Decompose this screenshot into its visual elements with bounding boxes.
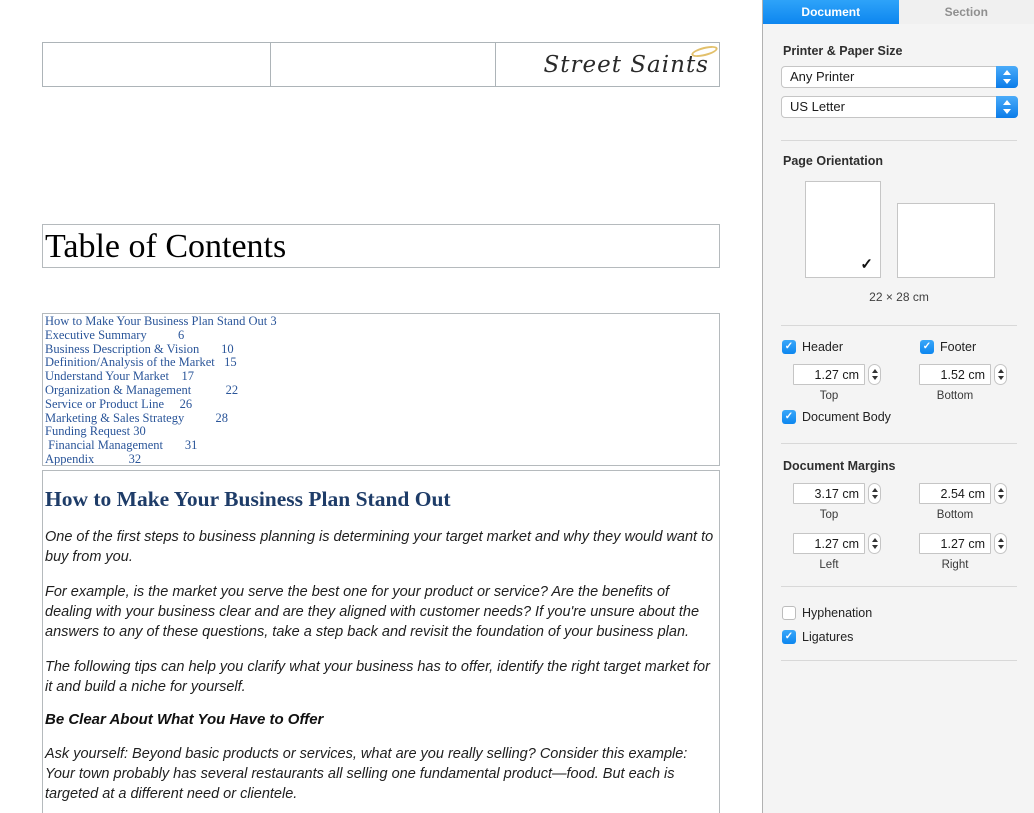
article-paragraph[interactable]: Ask yourself: Beyond basic products or s…: [45, 744, 716, 804]
article-heading[interactable]: How to Make Your Business Plan Stand Out: [45, 486, 716, 512]
toc-entry[interactable]: Definition/Analysis of the Market 15: [45, 356, 719, 370]
printer-select[interactable]: Any Printer: [781, 66, 1018, 88]
selected-check-icon: ✓: [860, 256, 873, 273]
margin-right-field-label: Right: [941, 559, 969, 571]
tab-section[interactable]: Section: [898, 0, 1034, 24]
popup-arrows-icon: [996, 66, 1018, 88]
printer-paper-size-heading: Printer & Paper Size: [783, 44, 903, 58]
margin-top-field-label: Top: [819, 509, 839, 521]
header-top-field-label: Top: [819, 390, 839, 402]
footer-checkbox[interactable]: ✓: [920, 340, 934, 354]
margin-left-stepper[interactable]: [868, 533, 881, 554]
margin-left-field-label: Left: [819, 559, 839, 571]
article-paragraph[interactable]: One of the first steps to business plann…: [45, 527, 716, 567]
margin-left-field[interactable]: [793, 533, 865, 554]
orientation-portrait-option[interactable]: ✓: [805, 181, 881, 278]
toc-entry[interactable]: Financial Management 31: [45, 438, 719, 453]
toc-title-box[interactable]: Table of Contents: [42, 224, 720, 268]
footer-checkbox-row: ✓ Footer: [920, 340, 976, 354]
header-checkbox[interactable]: ✓: [782, 340, 796, 354]
footer-bottom-field-label: Bottom: [936, 390, 974, 402]
margin-bottom-field[interactable]: [919, 483, 991, 504]
ligatures-checkbox-row: ✓ Ligatures: [782, 630, 853, 644]
toc-entry[interactable]: Organization & Management 22: [45, 383, 719, 398]
footer-checkbox-label: Footer: [940, 340, 977, 354]
header-top-field[interactable]: [793, 364, 865, 385]
toc-entry[interactable]: Service or Product Line 26: [45, 397, 719, 412]
hyphenation-checkbox[interactable]: [782, 606, 796, 620]
ligatures-checkbox-label: Ligatures: [802, 630, 854, 644]
margin-top-stepper[interactable]: [868, 483, 881, 504]
toc-entry[interactable]: Business Description & Vision 10: [45, 342, 719, 357]
header-checkbox-label: Header: [802, 340, 843, 354]
document-canvas[interactable]: Street Saints Table of Contents How to M…: [0, 0, 762, 813]
street-saints-logo: Street Saints: [543, 43, 719, 78]
table-of-contents-list[interactable]: How to Make Your Business Plan Stand Out…: [42, 313, 720, 466]
document-body-text-box[interactable]: How to Make Your Business Plan Stand Out…: [42, 470, 720, 813]
document-body-checkbox[interactable]: ✓: [782, 410, 796, 424]
toc-entry[interactable]: Funding Request 30: [45, 425, 719, 439]
toc-entry[interactable]: Marketing & Sales Strategy 28: [45, 411, 719, 426]
paper-size-select[interactable]: US Letter: [781, 96, 1018, 118]
article-paragraph[interactable]: For example, is the market you serve the…: [45, 582, 716, 642]
margin-bottom-stepper[interactable]: [994, 483, 1007, 504]
pages-app-window: Street Saints Table of Contents How to M…: [0, 0, 1034, 813]
page-orientation-heading: Page Orientation: [783, 154, 884, 168]
margin-top-field[interactable]: [793, 483, 865, 504]
toc-entry[interactable]: Understand Your Market 17: [45, 369, 719, 384]
document-header-table[interactable]: Street Saints: [42, 42, 720, 87]
document-body-checkbox-label: Document Body: [802, 410, 891, 424]
divider: [781, 325, 1017, 326]
toc-entry[interactable]: Executive Summary 6: [45, 328, 719, 343]
document-margins-heading: Document Margins: [783, 459, 896, 473]
margin-right-stepper[interactable]: [994, 533, 1007, 554]
hyphenation-checkbox-label: Hyphenation: [802, 606, 873, 620]
divider: [781, 443, 1017, 444]
orientation-landscape-option[interactable]: [897, 203, 995, 278]
header-table-cell-1[interactable]: [43, 43, 271, 86]
popup-arrows-icon: [996, 96, 1018, 118]
ligatures-checkbox[interactable]: ✓: [782, 630, 796, 644]
margin-bottom-field-label: Bottom: [936, 509, 974, 521]
toc-entry[interactable]: Appendix 32: [45, 452, 719, 465]
footer-bottom-stepper[interactable]: [994, 364, 1007, 385]
header-table-cell-2[interactable]: [271, 43, 496, 86]
article-subheading[interactable]: Be Clear About What You Have to Offer: [45, 711, 716, 729]
logo-text: Street Saints: [543, 51, 709, 78]
margin-right-field[interactable]: [919, 533, 991, 554]
format-inspector-panel: Document Section Printer & Paper Size An…: [762, 0, 1034, 813]
divider: [781, 140, 1017, 141]
header-table-cell-3[interactable]: Street Saints: [496, 43, 719, 86]
printer-select-value: Any Printer: [790, 69, 855, 84]
hyphenation-checkbox-row: Hyphenation: [782, 606, 872, 620]
toc-entry[interactable]: How to Make Your Business Plan Stand Out…: [45, 314, 719, 329]
tab-document[interactable]: Document: [763, 0, 899, 24]
header-checkbox-row: ✓ Header: [782, 340, 843, 354]
paper-size-select-value: US Letter: [790, 99, 845, 114]
inspector-tab-bar: Document Section: [763, 0, 1034, 24]
divider: [781, 660, 1017, 661]
footer-bottom-field[interactable]: [919, 364, 991, 385]
document-body-checkbox-row: ✓ Document Body: [782, 410, 891, 424]
divider: [781, 586, 1017, 587]
article-paragraph[interactable]: The following tips can help you clarify …: [45, 657, 716, 697]
header-top-stepper[interactable]: [868, 364, 881, 385]
page-size-label: 22 × 28 cm: [869, 290, 929, 304]
